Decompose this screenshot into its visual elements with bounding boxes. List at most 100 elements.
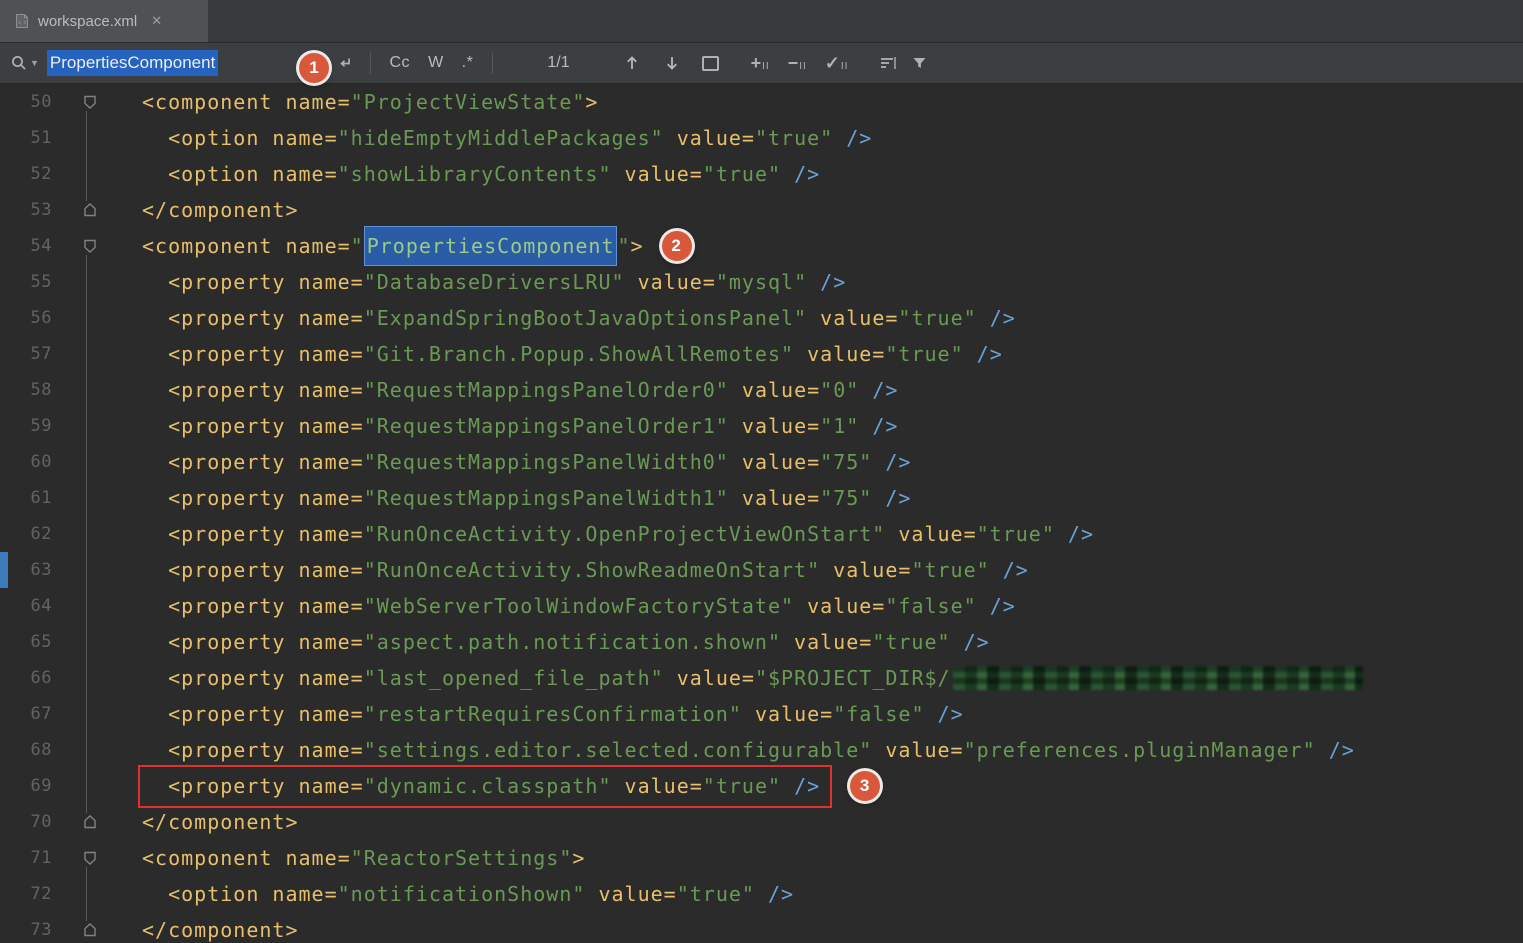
fold-end-icon[interactable] [62,922,118,938]
gutter-line-number[interactable]: 53 [0,200,62,220]
gutter-line-number[interactable]: 66 [0,668,62,688]
gutter-line-number[interactable]: 70 [0,812,62,832]
gutter-line-number[interactable]: 59 [0,416,62,436]
code-line[interactable]: 72 <option name="notificationShown" valu… [0,876,1523,912]
editor-tab[interactable]: ‹› workspace.xml ✕ [0,0,208,42]
code-line[interactable]: 64 <property name="WebServerToolWindowFa… [0,588,1523,624]
code-line[interactable]: 52 <option name="showLibraryContents" va… [0,156,1523,192]
code-line[interactable]: 54<component name="PropertiesComponent">… [0,228,1523,264]
code-token: "dynamic.classpath" [364,768,612,804]
code-token: " [617,228,630,264]
remove-occurrence-button[interactable]: −II [788,53,807,74]
code-token: value= [872,732,963,768]
gutter-line-number[interactable]: 54 [0,236,62,256]
code-text: <component name="ProjectViewState"> [118,84,598,120]
code-token: /> [859,372,898,408]
code-token: value= [807,300,898,336]
code-token: "true" [872,624,950,660]
newline-icon[interactable] [336,55,353,72]
code-token: <option name= [142,120,338,156]
code-token: value= [585,876,676,912]
code-token: "75" [820,480,872,516]
code-line[interactable]: 56 <property name="ExpandSpringBootJavaO… [0,300,1523,336]
gutter-line-number[interactable]: 52 [0,164,62,184]
code-text: <property name="RunOnceActivity.ShowRead… [118,552,1029,588]
search-icon[interactable]: ▼ [10,54,39,72]
code-line[interactable]: 69 <property name="dynamic.classpath" va… [0,768,1523,804]
gutter-line-number[interactable]: 73 [0,920,62,940]
fold-end-icon[interactable] [62,202,118,218]
code-token: <component name= [142,228,351,264]
code-line[interactable]: 59 <property name="RequestMappingsPanelO… [0,408,1523,444]
search-input[interactable]: PropertiesComponent 1 [47,49,302,77]
code-line[interactable]: 58 <property name="RequestMappingsPanelO… [0,372,1523,408]
words-toggle[interactable]: W [428,54,444,72]
code-token: "preferences.pluginManager" [964,732,1316,768]
fold-end-icon[interactable] [62,814,118,830]
gutter-line-number[interactable]: 71 [0,848,62,868]
code-line[interactable]: 70</component> [0,804,1523,840]
code-line[interactable]: 67 <property name="restartRequiresConfir… [0,696,1523,732]
code-token: "restartRequiresConfirmation" [364,696,742,732]
gutter-line-number[interactable]: 55 [0,272,62,292]
code-text: <property name="dynamic.classpath" value… [118,765,880,808]
code-line[interactable]: 71<component name="ReactorSettings"> [0,840,1523,876]
code-line[interactable]: 57 <property name="Git.Branch.Popup.Show… [0,336,1523,372]
gutter-line-number[interactable]: 68 [0,740,62,760]
code-text: <property name="Git.Branch.Popup.ShowAll… [118,336,1003,372]
code-token: /> [964,336,1003,372]
code-token: value= [625,264,716,300]
fold-start-icon[interactable] [62,94,118,110]
gutter-line-number[interactable]: 64 [0,596,62,616]
code-line[interactable]: 65 <property name="aspect.path.notificat… [0,624,1523,660]
tab-bar: ‹› workspace.xml ✕ [0,0,1523,43]
code-token: /> [977,588,1016,624]
find-in-selection-toggle[interactable] [702,56,719,71]
code-line[interactable]: 60 <property name="RequestMappingsPanelW… [0,444,1523,480]
regex-toggle[interactable]: .* [462,54,474,72]
code-line[interactable]: 50 <component name="ProjectViewState"> [0,84,1523,120]
code-token: /> [1055,516,1094,552]
previous-match-button[interactable] [624,54,640,72]
filter-funnel-icon[interactable] [911,55,928,71]
next-match-button[interactable] [664,54,680,72]
gutter-line-number[interactable]: 65 [0,632,62,652]
gutter-line-number[interactable]: 58 [0,380,62,400]
fold-start-icon[interactable] [62,238,118,254]
select-all-occurrences-button[interactable]: ✓II [825,53,849,74]
code-token: "notificationShown" [338,876,586,912]
filter-lines-icon[interactable] [879,55,897,71]
code-line[interactable]: 53 </component> [0,192,1523,228]
code-line[interactable]: 68 <property name="settings.editor.selec… [0,732,1523,768]
add-occurrence-button[interactable]: +II [751,53,770,74]
code-line[interactable]: 63 <property name="RunOnceActivity.ShowR… [0,552,1523,588]
gutter-line-number[interactable]: 56 [0,308,62,328]
fold-start-icon[interactable] [62,850,118,866]
code-line[interactable]: 66 <property name="last_opened_file_path… [0,660,1523,696]
code-token: "aspect.path.notification.shown" [364,624,781,660]
gutter-line-number[interactable]: 69 [0,776,62,796]
code-line[interactable]: 61 <property name="RequestMappingsPanelW… [0,480,1523,516]
code-line[interactable]: 62 <property name="RunOnceActivity.OpenP… [0,516,1523,552]
gutter-line-number[interactable]: 67 [0,704,62,724]
code-token: "true" [898,300,976,336]
code-text: <property name="RunOnceActivity.OpenProj… [118,516,1094,552]
code-token: <property name= [142,624,364,660]
gutter-line-number[interactable]: 50 [0,92,62,112]
gutter-line-number[interactable]: 61 [0,488,62,508]
code-line[interactable]: 51 <option name="hideEmptyMiddlePackages… [0,120,1523,156]
code-token: /> [833,120,872,156]
code-line[interactable]: 55 <property name="DatabaseDriversLRU" v… [0,264,1523,300]
gutter-line-number[interactable]: 72 [0,884,62,904]
gutter-line-number[interactable]: 57 [0,344,62,364]
code-text: </component> [118,192,299,228]
gutter-line-number[interactable]: 62 [0,524,62,544]
gutter-line-number[interactable]: 63 [0,560,62,580]
code-text: <option name="notificationShown" value="… [118,876,794,912]
tab-close-icon[interactable]: ✕ [151,13,162,29]
gutter-line-number[interactable]: 60 [0,452,62,472]
code-token: "ProjectViewState" [351,84,586,120]
gutter-line-number[interactable]: 51 [0,128,62,148]
code-line[interactable]: 73</component> [0,912,1523,943]
match-case-toggle[interactable]: Cc [390,54,411,72]
